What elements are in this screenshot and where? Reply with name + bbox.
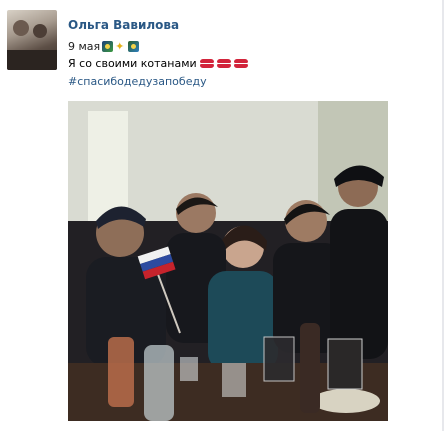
kiss-lips-icon bbox=[233, 59, 248, 68]
photo-bottle bbox=[300, 323, 320, 413]
avatar-figure bbox=[33, 24, 47, 38]
kiss-lips-icon bbox=[216, 59, 231, 68]
post-date[interactable]: 9 мая bbox=[68, 40, 100, 53]
photo-glass bbox=[180, 357, 198, 381]
photo-bottle bbox=[108, 337, 134, 407]
post-photo[interactable] bbox=[68, 101, 388, 421]
author-avatar[interactable] bbox=[7, 10, 57, 70]
photo-glass bbox=[263, 336, 295, 382]
hashtag-link[interactable]: #спасибодедузапобеду bbox=[68, 75, 207, 88]
fireworks-icon bbox=[102, 41, 114, 52]
post-text-line: Я со своими котанами bbox=[68, 57, 248, 70]
kiss-lips-icon bbox=[199, 59, 214, 68]
photo-glass bbox=[222, 363, 246, 397]
photo-body bbox=[330, 209, 388, 359]
wall-post: Ольга Вавилова 9 мая ✦ Я со своими котан… bbox=[0, 0, 444, 431]
photo-bottle bbox=[144, 345, 174, 421]
photo-plate bbox=[312, 389, 380, 413]
author-name-link[interactable]: Ольга Вавилова bbox=[68, 18, 179, 32]
post-date-line: 9 мая ✦ bbox=[68, 40, 140, 53]
avatar-figure bbox=[13, 20, 29, 36]
photo-glass bbox=[327, 338, 363, 390]
fireworks-icon bbox=[128, 41, 140, 52]
sparkle-icon: ✦ bbox=[115, 40, 125, 53]
post-text: Я со своими котанами bbox=[68, 57, 197, 70]
photo-illustration bbox=[68, 101, 388, 421]
avatar-shadow bbox=[7, 50, 57, 70]
